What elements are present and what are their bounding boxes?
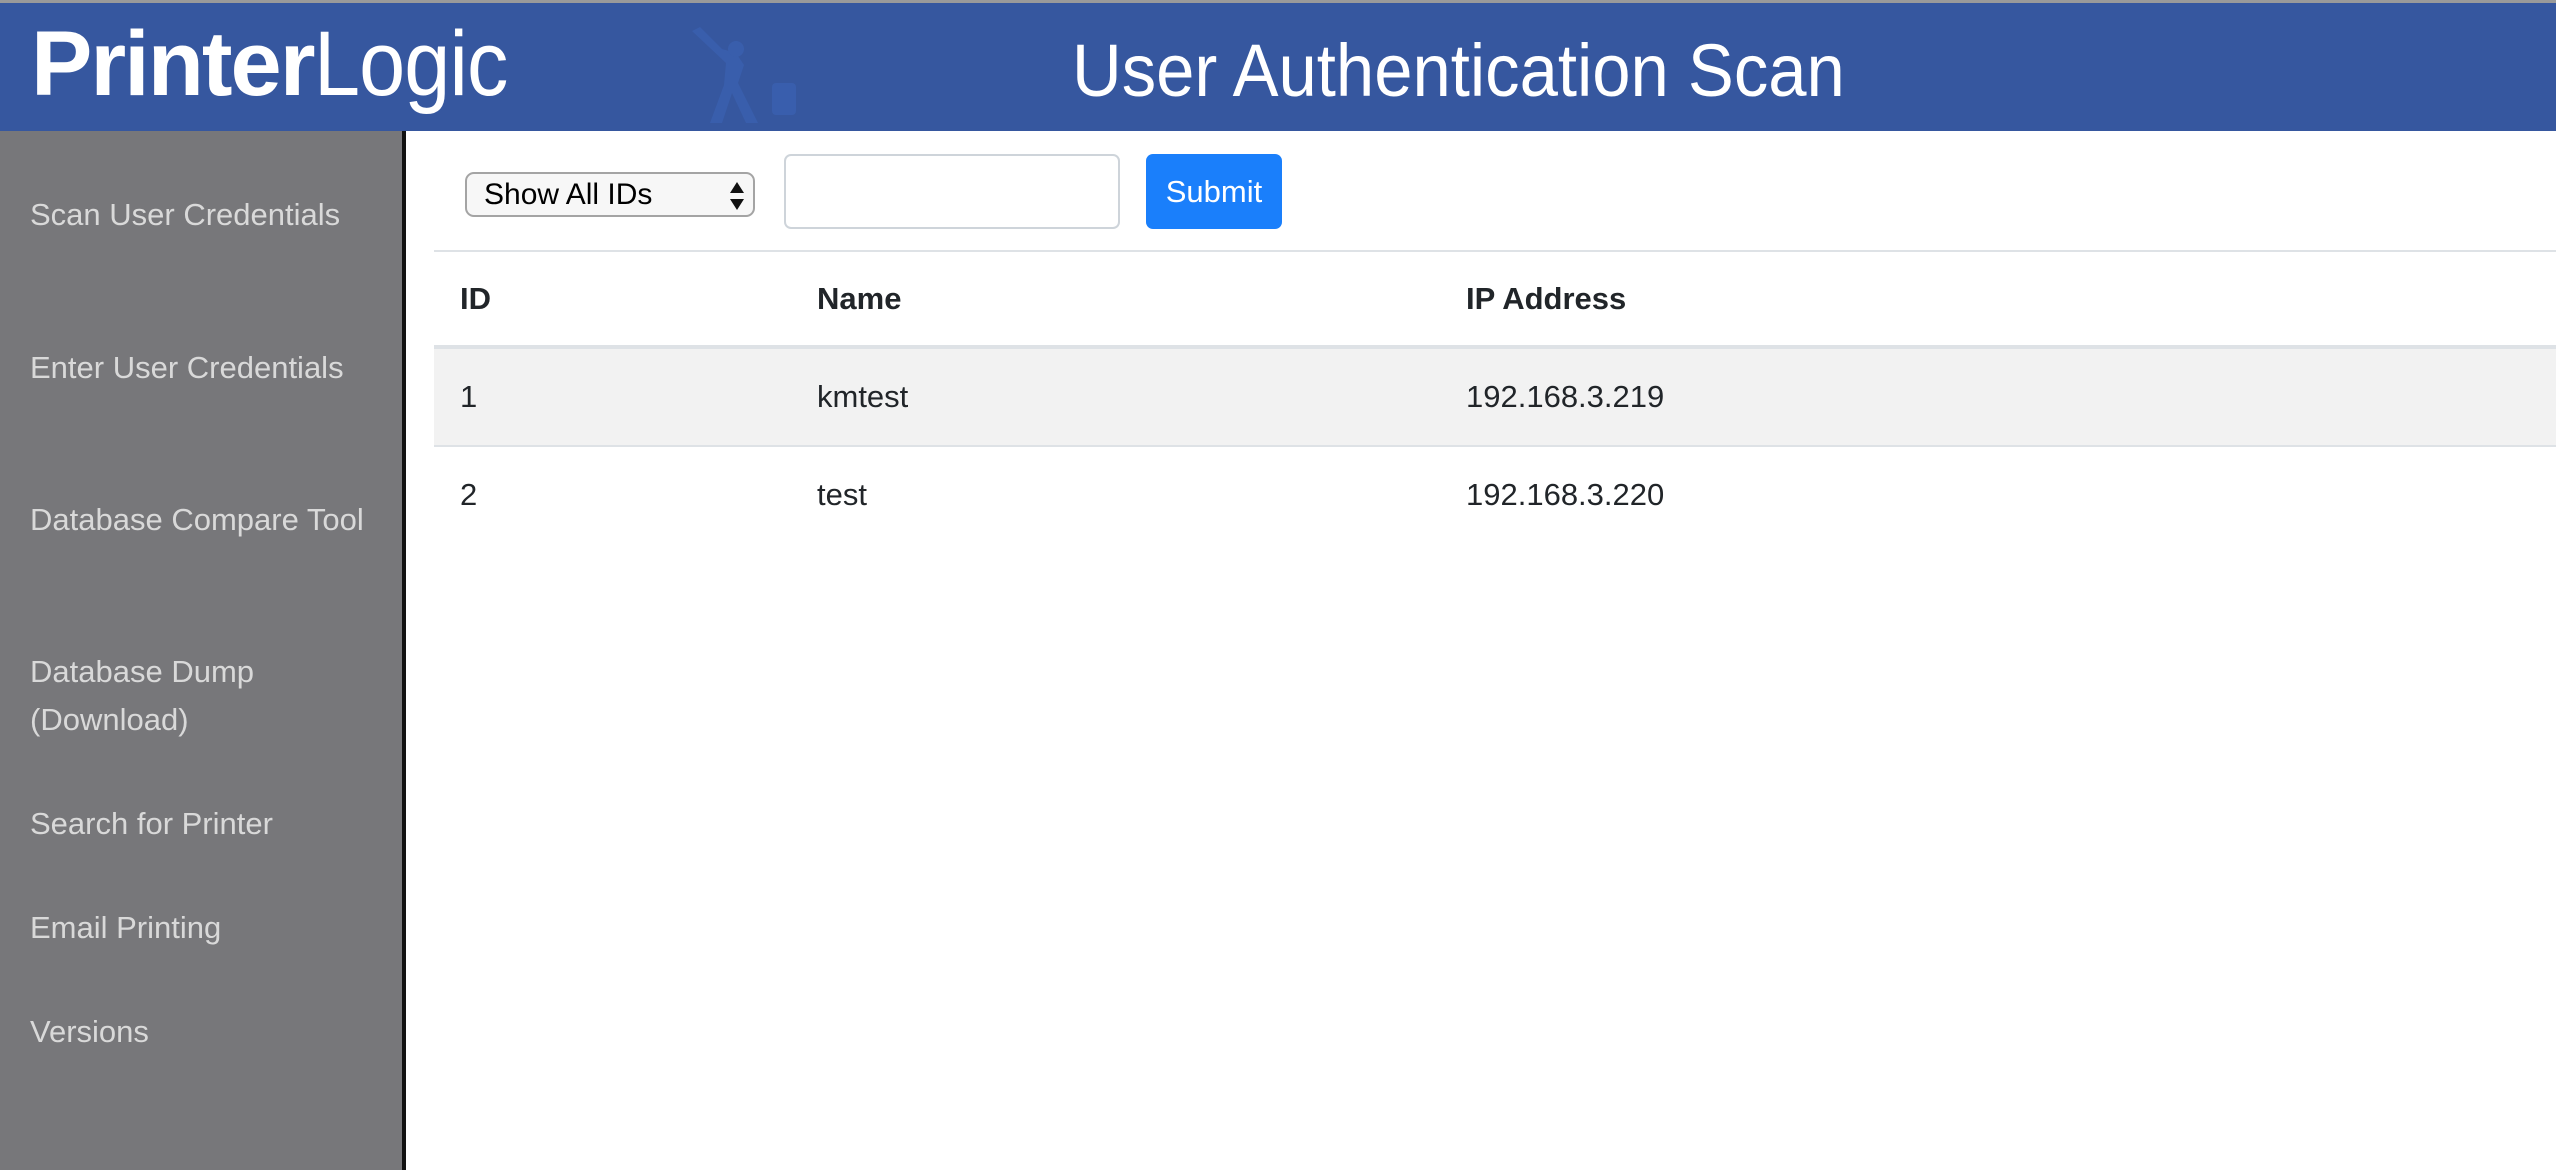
logo-text-light: Logic <box>313 13 508 115</box>
submit-button[interactable]: Submit <box>1146 154 1282 229</box>
printerlogic-logo[interactable]: PrinterLogic <box>31 9 528 119</box>
cell-ip-address: 192.168.3.219 <box>1440 347 2556 447</box>
sidebar: Scan User Credentials Enter User Credent… <box>0 131 406 1170</box>
logo-text-bold: Printer <box>31 13 316 115</box>
page-title: User Authentication Scan <box>1072 29 1845 112</box>
sidebar-item-search-for-printer[interactable]: Search for Printer <box>30 800 370 848</box>
column-header-ip-address: IP Address <box>1440 250 2556 349</box>
results-table: ID Name IP Address 1 kmtest 192.168.3.21… <box>434 250 2556 543</box>
cell-name: kmtest <box>791 347 1440 447</box>
sidebar-item-versions[interactable]: Versions <box>30 1008 370 1056</box>
table-row: 2 test 192.168.3.220 <box>434 446 2556 543</box>
cell-ip-address: 192.168.3.220 <box>1466 477 1665 512</box>
column-header-name: Name <box>791 250 1440 349</box>
app-header: PrinterLogic User Authentication Scan <box>0 0 2556 131</box>
sidebar-item-enter-user-credentials[interactable]: Enter User Credentials <box>30 344 370 392</box>
cell-name: test <box>817 477 867 512</box>
cell-id: 1 <box>434 347 791 447</box>
table-row: 1 kmtest 192.168.3.219 <box>434 347 2556 447</box>
id-search-input[interactable] <box>784 154 1120 229</box>
column-header-id: ID <box>434 250 791 349</box>
id-filter-select[interactable]: Show All IDs <box>465 172 755 217</box>
sidebar-item-scan-user-credentials[interactable]: Scan User Credentials <box>30 191 370 239</box>
id-filter-selected-value: Show All IDs <box>484 178 653 211</box>
sidebar-item-database-dump[interactable]: Database Dump (Download) <box>30 648 370 744</box>
person-figure-icon <box>692 27 796 123</box>
table-header-row: ID Name IP Address <box>434 250 2556 349</box>
select-arrows-icon <box>730 182 744 210</box>
sidebar-item-database-compare-tool[interactable]: Database Compare Tool <box>30 496 370 544</box>
sidebar-item-email-printing[interactable]: Email Printing <box>30 904 370 952</box>
cell-id: 2 <box>460 477 478 512</box>
